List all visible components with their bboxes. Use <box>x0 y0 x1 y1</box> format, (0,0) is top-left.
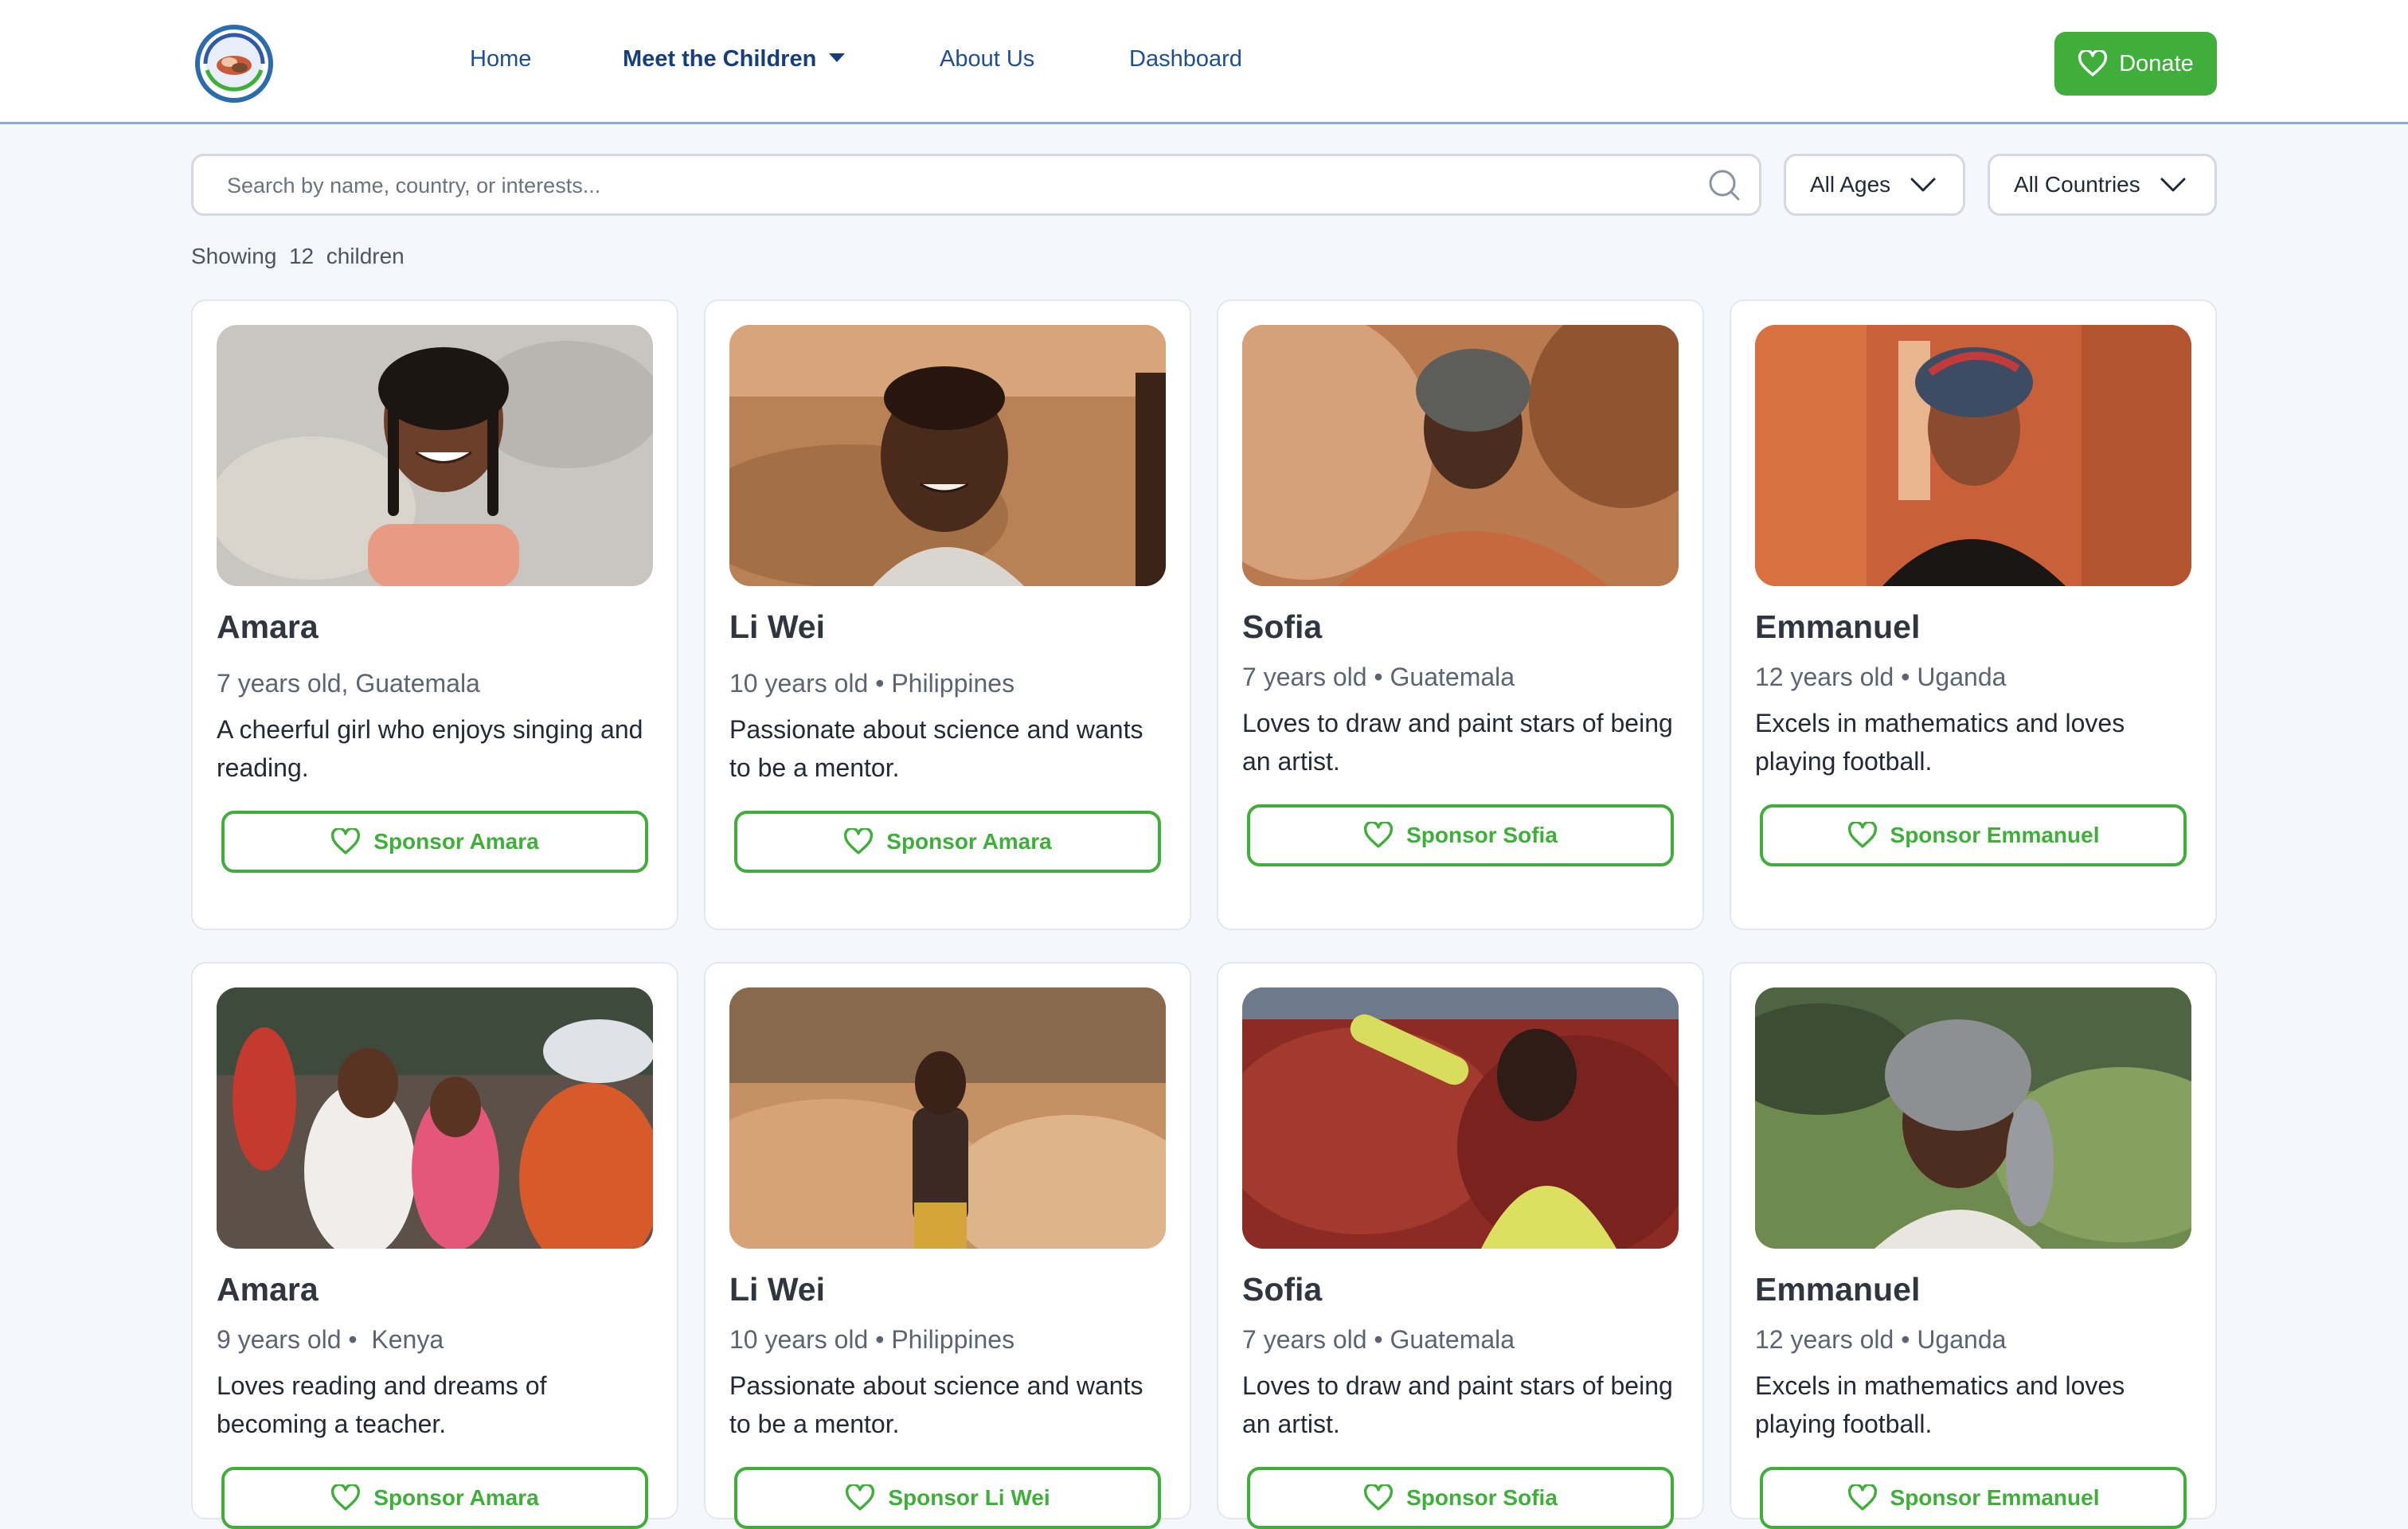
results-suffix: children <box>326 244 405 268</box>
country-filter-select[interactable]: All Countries <box>1988 154 2217 216</box>
sponsor-button[interactable]: Sponsor Li Wei <box>734 1467 1161 1529</box>
donate-label: Donate <box>2119 50 2194 76</box>
child-description: Loves to draw and paint stars of being a… <box>1242 709 1673 776</box>
child-photo <box>217 325 653 586</box>
sponsor-button[interactable]: Sponsor Sofia <box>1247 804 1674 866</box>
heart-icon <box>1364 1484 1394 1511</box>
child-meta: 7 years old • Guatemala <box>1242 663 1515 691</box>
sponsor-label: Sponsor Amara <box>373 829 539 854</box>
child-photo <box>1755 987 2191 1249</box>
foundation-logo-icon[interactable] <box>194 24 274 104</box>
child-name: Amara <box>217 1271 319 1308</box>
nav-meet-children-label: Meet the Children <box>623 46 817 72</box>
site-header: Home Meet the Children About Us Dashboar… <box>0 0 2408 124</box>
child-meta: 9 years old • Kenya <box>217 1325 444 1354</box>
sponsor-label: Sponsor Amara <box>886 829 1052 854</box>
child-description: Passionate about science and wants to be… <box>729 1371 1143 1438</box>
child-card: Li Wei 10 years old • Philippines Passio… <box>704 962 1191 1529</box>
child-card: Emmanuel 12 years old • Uganda Excels in… <box>1730 299 2217 930</box>
search-bar <box>191 154 1761 216</box>
search-input[interactable] <box>225 156 1662 215</box>
child-meta: 12 years old • Uganda <box>1755 1325 2007 1354</box>
child-name: Emmanuel <box>1755 1271 1921 1308</box>
search-icon[interactable] <box>1706 167 1742 202</box>
donate-button[interactable]: Donate <box>2054 32 2217 96</box>
nav-meet-children-link[interactable]: Meet the Children <box>623 46 846 72</box>
child-name: Amara <box>217 608 319 645</box>
heart-icon <box>1847 1484 1877 1511</box>
heart-icon <box>1847 822 1877 848</box>
caret-down-icon <box>829 53 846 62</box>
child-description: Loves to draw and paint stars of being a… <box>1242 1371 1673 1438</box>
child-photo <box>1242 987 1679 1249</box>
child-photo <box>1242 325 1679 586</box>
child-card: Li Wei 10 years old • Philippines Passio… <box>704 299 1191 930</box>
age-filter-label: All Ages <box>1810 172 1891 197</box>
child-description: Loves reading and dreams of becoming a t… <box>217 1371 547 1438</box>
child-description: Passionate about science and wants to be… <box>729 715 1143 782</box>
sponsor-button[interactable]: Sponsor Amara <box>734 811 1161 873</box>
results-prefix: Showing <box>191 244 277 268</box>
child-name: Emmanuel <box>1755 608 1921 645</box>
child-name: Sofia <box>1242 608 1323 645</box>
child-card: Emmanuel 12 years old • Uganda Excels in… <box>1730 962 2217 1529</box>
heart-icon <box>2078 50 2108 76</box>
sponsor-button[interactable]: Sponsor Emmanuel <box>1760 804 2187 866</box>
child-name: Sofia <box>1242 1271 1323 1308</box>
heart-icon <box>844 828 874 854</box>
child-name: Li Wei <box>729 608 825 645</box>
child-meta: 7 years old • Guatemala <box>1242 1325 1515 1354</box>
child-photo <box>217 987 653 1249</box>
chevron-down-icon <box>1910 178 1936 192</box>
sponsor-button[interactable]: Sponsor Amara <box>221 1467 648 1529</box>
child-meta: 12 years old • Uganda <box>1755 663 2007 691</box>
sponsor-button[interactable]: Sponsor Emmanuel <box>1760 1467 2187 1529</box>
age-filter-select[interactable]: All Ages <box>1784 154 1965 216</box>
nav-home-link[interactable]: Home <box>470 46 531 72</box>
child-card: Amara 7 years old, Guatemala A cheerful … <box>191 299 678 930</box>
child-meta: 10 years old • Philippines <box>729 669 1015 698</box>
child-card: Amara 9 years old • Kenya Loves reading … <box>191 962 678 1529</box>
child-description: Excels in mathematics and loves playing … <box>1755 709 2125 776</box>
chevron-down-icon <box>2160 178 2186 192</box>
child-card: Sofia 7 years old • Guatemala Loves to d… <box>1217 962 1704 1529</box>
heart-icon <box>331 828 361 854</box>
country-filter-label: All Countries <box>2014 172 2140 197</box>
heart-icon <box>846 1484 875 1511</box>
sponsor-button[interactable]: Sponsor Sofia <box>1247 1467 1674 1529</box>
heart-icon <box>1364 822 1394 848</box>
child-meta: 10 years old • Philippines <box>729 1325 1015 1354</box>
sponsor-label: Sponsor Sofia <box>1406 823 1558 847</box>
child-card: Sofia 7 years old • Guatemala Loves to d… <box>1217 299 1704 930</box>
sponsor-label: Sponsor Emmanuel <box>1890 823 2100 847</box>
child-photo <box>729 325 1166 586</box>
child-photo <box>1755 325 2191 586</box>
child-photo <box>729 987 1166 1249</box>
results-count: Showing 12 children <box>191 244 405 269</box>
child-description: Excels in mathematics and loves playing … <box>1755 1371 2125 1438</box>
nav-dashboard-link[interactable]: Dashboard <box>1129 46 1242 72</box>
sponsor-button[interactable]: Sponsor Amara <box>221 811 648 873</box>
child-name: Li Wei <box>729 1271 825 1308</box>
results-number: 12 <box>288 244 315 268</box>
child-meta: 7 years old, Guatemala <box>217 669 480 698</box>
nav-about-link[interactable]: About Us <box>940 46 1034 72</box>
heart-icon <box>331 1484 361 1511</box>
child-description: A cheerful girl who enjoys singing and r… <box>217 715 643 782</box>
